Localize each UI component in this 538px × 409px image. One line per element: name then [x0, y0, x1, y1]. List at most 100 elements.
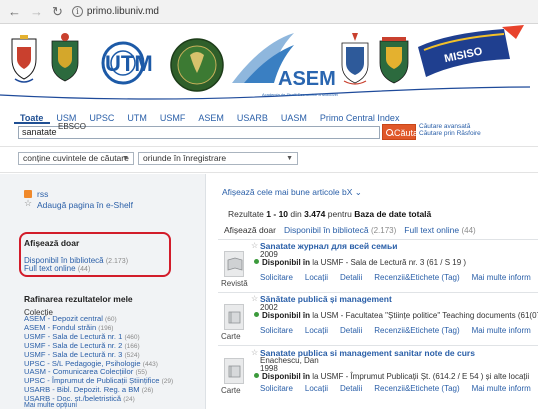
star-icon[interactable]: ☆ — [24, 199, 32, 208]
count-from: din — [290, 209, 302, 219]
tab-usmf[interactable]: USMF — [154, 112, 193, 124]
dropdown-arrow-icon: ▼ — [122, 155, 129, 162]
svg-text:ASEM: ASEM — [278, 68, 336, 90]
show-only-label: Afișează doar — [224, 225, 276, 235]
best-articles-label: Afișează cele mai bune articole bX — [222, 187, 353, 197]
best-articles-link[interactable]: Afișează cele mai bune articole bX ⌄ — [222, 187, 362, 198]
info-icon[interactable]: i — [71, 6, 83, 17]
result-item: Carte ☆ Sănătate publică și management 2… — [218, 294, 538, 348]
tab-usarb[interactable]: USARB — [231, 112, 275, 124]
star-icon[interactable]: ☆ — [251, 294, 258, 303]
resource-type: Carte — [221, 332, 241, 341]
advanced-search-link[interactable]: Căutare avansată — [419, 123, 481, 130]
usmf-seal-icon — [170, 38, 224, 92]
forward-arrow-icon[interactable]: → — [30, 5, 43, 18]
locations-link[interactable]: Locații — [305, 273, 328, 282]
count-total: 3.474 — [304, 209, 326, 219]
result-actions: Solicitare Locații Detalii Recenzii&Etic… — [260, 273, 531, 282]
result-actions: Solicitare Locații Detalii Recenzii&Etic… — [260, 326, 531, 335]
journal-thumbnail-icon[interactable] — [224, 251, 244, 277]
advanced-search-links: Căutare avansată Căutare prin Răsfoire — [419, 123, 481, 137]
result-actions: Solicitare Locații Detalii Recenzii&Etic… — [260, 384, 531, 393]
search-scope-select[interactable]: oriunde în înregistrare ▼ — [138, 152, 298, 165]
reload-icon[interactable]: ↻ — [52, 5, 63, 18]
uasm-crest-icon — [379, 37, 409, 84]
filter-fulltext-link[interactable]: Full text online (44) — [404, 225, 475, 235]
request-link[interactable]: Solicitare — [260, 326, 293, 335]
details-link[interactable]: Detalii — [340, 384, 362, 393]
divider — [218, 292, 538, 293]
match-type-select[interactable]: conține cuvintele de căutare ▼ — [18, 152, 134, 165]
result-title[interactable]: Sănătate publică și management — [260, 294, 392, 304]
url-text: primo.libuniv.md — [86, 6, 159, 17]
tab-toate[interactable]: Toate — [14, 112, 51, 124]
usarb-crest-icon — [341, 33, 369, 85]
svg-text:UTM: UTM — [105, 51, 153, 76]
filter-count: (44) — [461, 226, 476, 235]
request-link[interactable]: Solicitare — [260, 384, 293, 393]
more-options-link[interactable]: Mai multe opțiuni — [24, 402, 77, 409]
available-status-icon — [254, 312, 259, 317]
filter-available-link[interactable]: Disponibil în bibliotecă (2.173) — [284, 225, 396, 235]
browser-toolbar: ← → ↻ i primo.libuniv.md — [0, 0, 538, 24]
reviews-tags-link[interactable]: Recenzii&Etichete (Tag) — [374, 273, 459, 282]
divider — [0, 146, 538, 147]
tab-utm[interactable]: UTM — [121, 112, 154, 124]
resource-type: Revistă — [221, 279, 248, 288]
results-count: Rezultate 1 - 10 din 3.474 pentru Baza d… — [228, 209, 431, 219]
availability-detail[interactable]: la USMF - Împrumut Publicații Șt. (614.2… — [312, 372, 529, 381]
tab-primo-central-index[interactable]: Primo Central Index — [314, 112, 407, 124]
misiso-logo-icon: MISISO — [418, 25, 524, 77]
filter-full-text-online[interactable]: Full text online (44) — [24, 264, 90, 273]
back-arrow-icon[interactable]: ← — [8, 5, 21, 18]
result-title[interactable]: Sanatate журнал для всей семьи — [260, 241, 398, 251]
availability-detail[interactable]: la USM - Facultatea "Științe politice" T… — [312, 311, 538, 320]
divider — [0, 172, 538, 173]
asem-logo-icon: ASEM Academia de Studii Economice a Mold… — [232, 33, 338, 97]
available-status-icon — [254, 259, 259, 264]
book-thumbnail-icon[interactable] — [224, 358, 244, 384]
tab-asem[interactable]: ASEM — [192, 112, 231, 124]
reviews-tags-link[interactable]: Recenzii&Etichete (Tag) — [374, 384, 459, 393]
filter-count: (2.173) — [105, 258, 129, 265]
count-for: pentru — [327, 209, 352, 219]
university-logos-banner: UTM ASEM Academia de Studii Economice a … — [0, 25, 538, 107]
more-info-link[interactable]: Mai multe inform — [472, 273, 531, 282]
browse-search-link[interactable]: Căutare prin Răsfoire — [419, 130, 481, 137]
divider — [218, 239, 538, 240]
ebsco-tab[interactable]: EBSCO — [58, 122, 86, 131]
book-thumbnail-icon[interactable] — [224, 304, 244, 330]
locations-link[interactable]: Locații — [305, 384, 328, 393]
usm-crest-icon — [11, 35, 37, 83]
availability: Disponibil în la USM - Facultatea "Știin… — [254, 311, 538, 320]
reviews-tags-link[interactable]: Recenzii&Etichete (Tag) — [374, 326, 459, 335]
available-status-icon — [254, 373, 259, 378]
address-bar[interactable]: i primo.libuniv.md — [71, 6, 159, 17]
upsc-crest-icon — [51, 33, 79, 82]
star-icon[interactable]: ☆ — [251, 241, 258, 250]
filter-count: (44) — [77, 266, 91, 273]
availability-detail[interactable]: la USMF - Sala de Lectură nr. 3 (61 / S … — [312, 258, 466, 267]
search-button[interactable]: Căutare — [382, 124, 426, 140]
availability: Disponibil în la USMF - Sala de Lectură … — [254, 258, 466, 267]
chevron-down-icon: ⌄ — [354, 187, 362, 197]
result-item: Revistă ☆ Sanatate журнал для всей семьи… — [218, 241, 538, 295]
more-info-link[interactable]: Mai multe inform — [472, 326, 531, 335]
rss-icon[interactable] — [24, 190, 32, 198]
count-range: 1 - 10 — [266, 209, 289, 219]
search-scope-value: oriunde în înregistrare — [143, 153, 227, 163]
tab-uasm[interactable]: UASM — [275, 112, 314, 124]
star-icon[interactable]: ☆ — [251, 348, 258, 357]
result-item: Carte ☆ Sanatate publica si management s… — [218, 348, 538, 402]
locations-link[interactable]: Locații — [305, 326, 328, 335]
divider — [218, 345, 538, 346]
details-link[interactable]: Detalii — [340, 326, 362, 335]
refine-results-heading: Rafinarea rezultatelor mele — [24, 294, 133, 304]
request-link[interactable]: Solicitare — [260, 273, 293, 282]
tab-upsc[interactable]: UPSC — [83, 112, 121, 124]
more-info-link[interactable]: Mai multe inform — [472, 384, 531, 393]
add-to-eshelf-link[interactable]: Adaugă pagina în e-Shelf — [37, 200, 133, 210]
details-link[interactable]: Detalii — [340, 273, 362, 282]
svg-text:Academia de Studii Economice a: Academia de Studii Economice a Moldovei — [262, 92, 338, 97]
rss-link[interactable]: rss — [37, 189, 48, 199]
